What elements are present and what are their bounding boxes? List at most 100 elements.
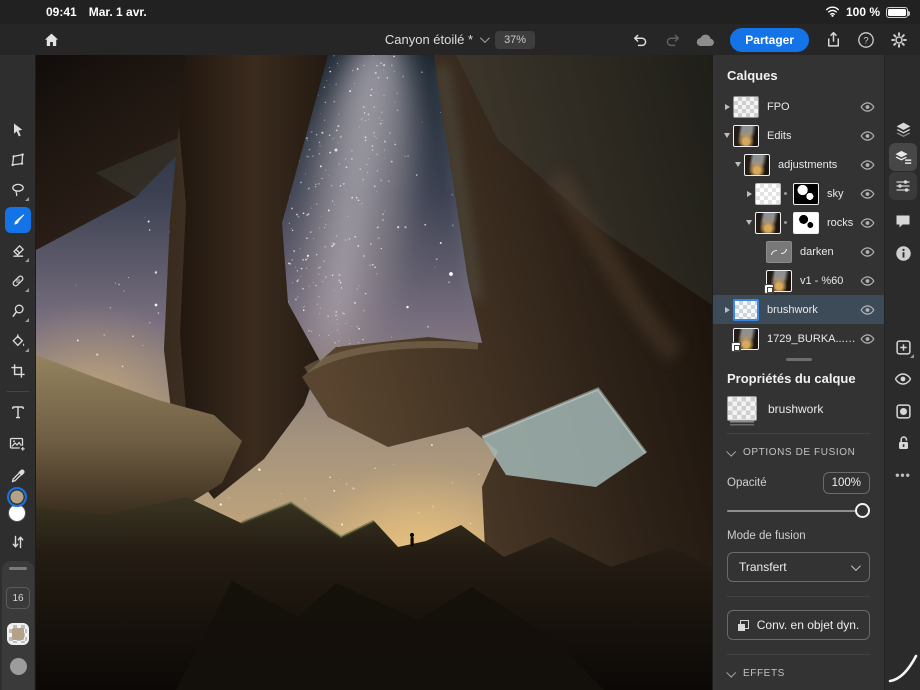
- share-button[interactable]: Partager: [730, 28, 809, 52]
- cloud-sync-icon[interactable]: [693, 28, 719, 52]
- smart-object-badge: [764, 284, 774, 294]
- place-image-tool[interactable]: [5, 431, 31, 457]
- convert-button-label: Conv. en objet dyn.: [757, 618, 860, 632]
- disclosure-triangle[interactable]: [721, 104, 733, 110]
- brush-hardness-preview[interactable]: [10, 658, 27, 675]
- layer-thumbnail[interactable]: [744, 154, 770, 176]
- lasso-tool[interactable]: [5, 177, 31, 203]
- battery-icon: [886, 7, 908, 18]
- layer-row[interactable]: rocks: [713, 208, 884, 237]
- layers-panel-title: Calques: [713, 55, 884, 92]
- tool-options-panel: 16 •••: [2, 561, 34, 690]
- disclosure-triangle[interactable]: [721, 307, 733, 313]
- layer-row[interactable]: FPO: [713, 92, 884, 121]
- effects-header[interactable]: EFFETS: [727, 655, 870, 690]
- layer-row[interactable]: brushwork: [713, 295, 884, 324]
- layer-row[interactable]: adjustments: [713, 150, 884, 179]
- brush-color-swatch[interactable]: [7, 623, 29, 645]
- visibility-toggle[interactable]: [860, 304, 875, 316]
- drag-handle[interactable]: [9, 567, 27, 570]
- fill-tool[interactable]: [5, 328, 31, 354]
- healing-tool[interactable]: [5, 268, 31, 294]
- eraser-tool[interactable]: [5, 238, 31, 264]
- layer-label: darken: [800, 246, 834, 258]
- blend-options-header[interactable]: OPTIONS DE FUSION: [727, 434, 870, 470]
- brush-tool[interactable]: [5, 207, 31, 233]
- layer-label: sky: [827, 188, 844, 200]
- layer-thumbnail[interactable]: [733, 96, 759, 118]
- disclosure-triangle[interactable]: [732, 162, 744, 167]
- visibility-toggle[interactable]: [860, 130, 875, 142]
- swap-colors-button[interactable]: [5, 529, 31, 555]
- visibility-toggle[interactable]: [860, 188, 875, 200]
- mask-link-icon: [784, 192, 787, 195]
- type-tool[interactable]: [5, 399, 31, 425]
- crop-tool[interactable]: [5, 358, 31, 384]
- convert-smart-object-button[interactable]: Conv. en objet dyn.: [727, 610, 870, 640]
- visibility-toggle[interactable]: [860, 101, 875, 113]
- retouch-tool[interactable]: [5, 298, 31, 324]
- transform-tool[interactable]: [5, 147, 31, 173]
- visibility-toggle[interactable]: [860, 246, 875, 258]
- layer-thumbnail[interactable]: [733, 299, 759, 321]
- opacity-value-field[interactable]: 100%: [823, 472, 870, 494]
- visibility-toggle[interactable]: [860, 159, 875, 171]
- opacity-slider-track[interactable]: [727, 510, 868, 512]
- blend-mode-value: Transfert: [739, 560, 787, 574]
- opacity-slider[interactable]: [727, 502, 870, 520]
- redo-button[interactable]: [660, 28, 686, 52]
- opacity-slider-knob[interactable]: [855, 503, 870, 518]
- layer-row[interactable]: sky: [713, 179, 884, 208]
- layer-mask-button[interactable]: [889, 397, 917, 425]
- blend-mode-select[interactable]: Transfert: [727, 552, 870, 582]
- layer-mask-thumbnail[interactable]: [793, 212, 819, 234]
- home-button[interactable]: [38, 28, 64, 52]
- properties-layer-thumbnail: [727, 396, 757, 421]
- move-tool[interactable]: [5, 117, 31, 143]
- info-icon[interactable]: [889, 239, 917, 267]
- brush-size-value[interactable]: 16: [6, 587, 30, 609]
- layer-thumbnail[interactable]: [755, 212, 781, 234]
- layer-visibility-button[interactable]: [889, 365, 917, 393]
- more-panels-button[interactable]: •••: [889, 461, 917, 489]
- blend-options-label: OPTIONS DE FUSION: [743, 447, 855, 458]
- layer-row[interactable]: v1 - %60: [713, 266, 884, 295]
- layer-mask-thumbnail[interactable]: [793, 183, 819, 205]
- disclosure-triangle[interactable]: [743, 220, 755, 225]
- undo-button[interactable]: [627, 28, 653, 52]
- more-options-button[interactable]: •••: [2, 685, 34, 690]
- document-title[interactable]: Canyon étoilé *: [385, 32, 487, 47]
- layer-thumbnail[interactable]: [755, 183, 781, 205]
- layer-row[interactable]: darken: [713, 237, 884, 266]
- settings-gear-icon[interactable]: [886, 28, 912, 52]
- layer-label: rocks: [827, 217, 853, 229]
- layer-row[interactable]: 1729_BURKA...anced-NR33: [713, 324, 884, 353]
- disclosure-triangle[interactable]: [721, 133, 733, 138]
- layer-thumbnail[interactable]: [766, 270, 792, 292]
- layer-thumbnail[interactable]: [733, 125, 759, 147]
- header-actions: Partager ?: [627, 24, 912, 55]
- chevron-down-icon: [480, 33, 490, 43]
- comments-icon[interactable]: [889, 207, 917, 235]
- adjustments-panel-icon[interactable]: [889, 172, 917, 200]
- foreground-color-swatch[interactable]: [7, 487, 27, 507]
- layer-thumbnail[interactable]: [733, 328, 759, 350]
- help-button[interactable]: ?: [853, 28, 879, 52]
- visibility-toggle[interactable]: [860, 217, 875, 229]
- layer-thumbnail[interactable]: [766, 241, 792, 263]
- chevron-down-icon: [726, 447, 736, 457]
- layers-panel-icon[interactable]: [889, 115, 917, 143]
- lock-button[interactable]: [889, 429, 917, 457]
- disclosure-triangle[interactable]: [743, 191, 755, 197]
- brush-color-chip: [12, 628, 24, 640]
- export-icon[interactable]: [820, 28, 846, 52]
- eyedropper-tool[interactable]: [5, 463, 31, 489]
- layer-row[interactable]: Edits: [713, 121, 884, 150]
- corner-gesture-indicator[interactable]: [888, 653, 918, 688]
- visibility-toggle[interactable]: [860, 333, 875, 345]
- add-layer-button[interactable]: [889, 333, 917, 361]
- zoom-level-badge[interactable]: 37%: [495, 31, 535, 49]
- canvas[interactable]: [36, 55, 712, 690]
- layer-properties-panel-icon[interactable]: [889, 143, 917, 171]
- visibility-toggle[interactable]: [860, 275, 875, 287]
